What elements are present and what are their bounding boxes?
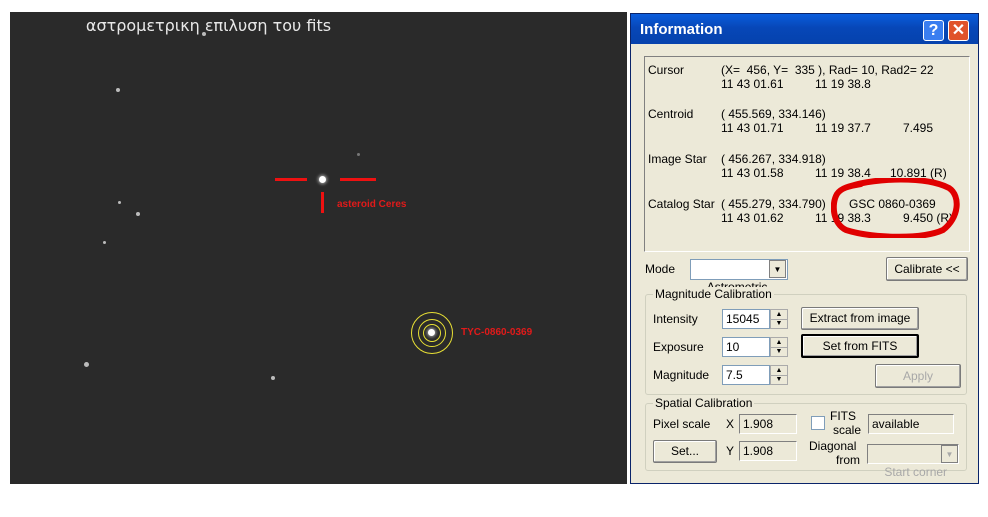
stepper-down-icon[interactable]: ▼ [771, 375, 787, 384]
cursor-label: Cursor [648, 63, 685, 77]
calibrate-button[interactable]: Calibrate << [886, 257, 968, 281]
set-from-fits-button[interactable]: Set from FITS [801, 334, 919, 358]
diagonal-label-1: Diagonal [809, 439, 857, 453]
crosshair-right [340, 178, 376, 181]
chevron-down-icon[interactable]: ▼ [941, 445, 958, 463]
fits-scale-label-2: scale [833, 423, 862, 437]
chevron-down-icon[interactable]: ▼ [769, 260, 786, 278]
intensity-stepper[interactable]: ▲ ▼ [770, 309, 788, 329]
centroid-ra: 11 43 01.71 [721, 121, 784, 135]
magnitude-label: Magnitude [653, 368, 710, 382]
stepper-down-icon[interactable]: ▼ [771, 347, 787, 356]
star [136, 212, 140, 216]
star [84, 362, 89, 367]
dialog-title: Information [640, 21, 723, 38]
intensity-label: Intensity [653, 312, 698, 326]
pixel-scale-x-field[interactable]: 1.908 [739, 414, 797, 434]
spatial-calibration-title: Spatial Calibration [653, 396, 755, 410]
star [103, 241, 106, 244]
intensity-input[interactable]: 15045 [722, 309, 770, 329]
information-dialog: Information ? ✕ Cursor (X= 456, Y= 335 )… [630, 13, 979, 484]
tyc-label: TYC-0860-0369 [461, 327, 533, 338]
set-button[interactable]: Set... [653, 440, 717, 463]
cursor-dec: 11 19 38.8 [815, 77, 871, 91]
pixel-scale-label: Pixel scale [653, 417, 711, 431]
star [271, 376, 275, 380]
help-icon[interactable]: ? [923, 20, 944, 41]
close-icon[interactable]: ✕ [948, 20, 969, 41]
pixel-scale-y-label: Y [726, 444, 735, 458]
star [118, 201, 121, 204]
astro-image: αστρομετρικη επιλυση του fits asteroid C… [10, 12, 627, 484]
catalog-star-coords: ( 455.279, 334.790) [721, 197, 826, 211]
magnitude-input[interactable]: 7.5 [722, 365, 770, 385]
cursor-coords: (X= 456, Y= 335 ), Rad= 10, Rad2= 22 [721, 63, 934, 77]
extract-from-image-button[interactable]: Extract from image [801, 307, 919, 330]
centroid-mag: 7.495 [903, 121, 934, 135]
annotation-circle [831, 178, 960, 238]
diagonal-from-select[interactable]: Start corner ▼ [867, 444, 959, 479]
crosshair-bottom [321, 192, 324, 213]
mode-select[interactable]: Astrometric ▼ [690, 259, 788, 294]
cursor-ra: 11 43 01.61 [721, 77, 784, 91]
apply-button[interactable]: Apply [875, 364, 961, 388]
ceres-label: asteroid Ceres [337, 199, 407, 210]
image-star-ra: 11 43 01.58 [721, 166, 784, 180]
catalog-star-ra: 11 43 01.62 [721, 211, 784, 225]
catalog-star-label: Catalog Star [648, 197, 715, 211]
annotation-stroke [831, 178, 960, 238]
tyc-star [428, 329, 435, 336]
pixel-scale-x-label: X [726, 417, 735, 431]
centroid-dec: 11 19 37.7 [815, 121, 871, 135]
exposure-stepper[interactable]: ▲ ▼ [770, 337, 788, 357]
image-star-label: Image Star [648, 152, 707, 166]
image-star-coords: ( 456.267, 334.918) [721, 152, 826, 166]
magnitude-calibration-title: Magnitude Calibration [653, 287, 774, 301]
star [202, 32, 206, 36]
diagonal-label-2: from [836, 453, 860, 467]
exposure-input[interactable]: 10 [722, 337, 770, 357]
image-caption: αστρομετρικη επιλυση του fits [85, 16, 332, 35]
ceres-star [319, 176, 326, 183]
fits-scale-label-1: FITS [830, 409, 856, 423]
stepper-down-icon[interactable]: ▼ [771, 319, 787, 328]
centroid-label: Centroid [648, 107, 694, 121]
centroid-coords: ( 455.569, 334.146) [721, 107, 826, 121]
mode-label: Mode [645, 262, 676, 276]
star [116, 88, 120, 92]
crosshair-left [275, 178, 307, 181]
fits-scale-status-field: available [868, 414, 954, 434]
pixel-scale-y-field[interactable]: 1.908 [739, 441, 797, 461]
exposure-label: Exposure [653, 340, 704, 354]
magnitude-stepper[interactable]: ▲ ▼ [770, 365, 788, 385]
fits-scale-checkbox[interactable] [811, 416, 825, 430]
star [357, 153, 360, 156]
title-bar[interactable]: Information ? ✕ [631, 14, 978, 44]
